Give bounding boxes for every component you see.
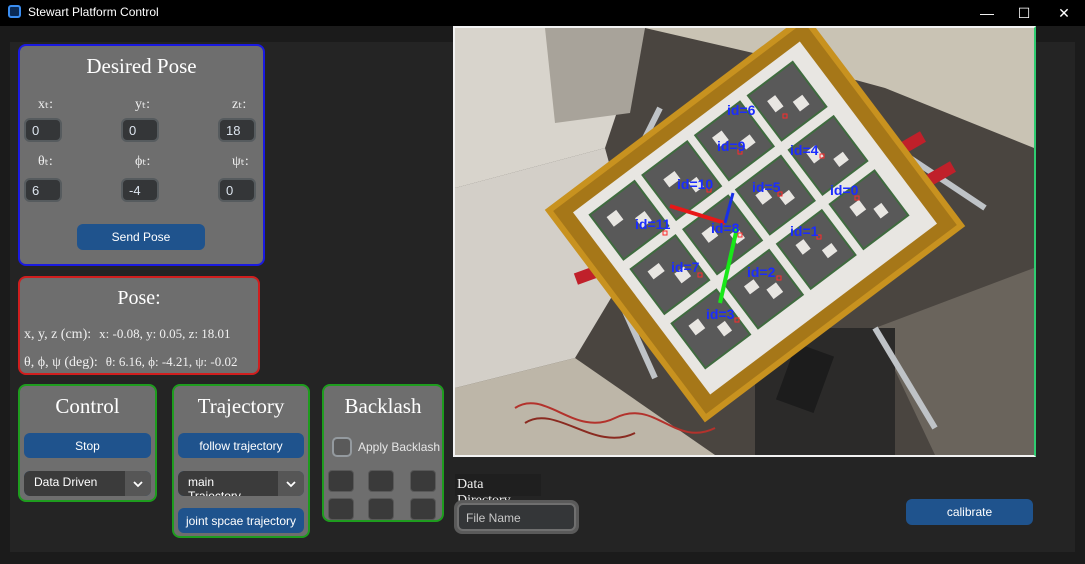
theta-input[interactable]: 6 [24, 178, 62, 202]
marker-label: id=2 [747, 264, 776, 280]
pose-title: Pose: [117, 287, 161, 309]
marker-label: id=9 [717, 138, 746, 154]
apply-backlash-checkbox[interactable] [332, 437, 352, 457]
joint-space-trajectory-button[interactable]: joint spcae trajectory [178, 508, 304, 533]
z-input[interactable]: 18 [218, 118, 256, 142]
status-strip [0, 556, 1085, 564]
phi-input[interactable]: -4 [121, 178, 159, 202]
marker-label: id=3 [706, 306, 735, 322]
close-button[interactable]: ✕ [1041, 0, 1085, 26]
marker-label: id=6 [727, 102, 756, 118]
z-label: zₜ: [232, 97, 247, 112]
backlash-cell-2[interactable] [368, 470, 394, 492]
psi-input[interactable]: 0 [218, 178, 256, 202]
backlash-cell-4[interactable] [328, 498, 354, 520]
file-name-field[interactable]: File Name [457, 503, 576, 531]
theta-label: θₜ: [38, 154, 53, 169]
calibrate-button[interactable]: calibrate [906, 499, 1033, 525]
trajectory-title: Trajectory [197, 394, 285, 418]
desired-pose-title: Desired Pose [86, 54, 197, 78]
position-row: x, y, z (cm): x: -0.08, y: 0.05, z: 18.01 [24, 326, 231, 343]
app-icon [8, 5, 21, 18]
x-input[interactable]: 0 [24, 118, 62, 142]
backlash-cell-3[interactable] [410, 470, 436, 492]
position-value: x: -0.08, y: 0.05, z: 18.01 [99, 326, 231, 341]
camera-image [455, 28, 1034, 455]
chevron-down-icon[interactable] [278, 471, 304, 496]
file-name-input[interactable]: File Name [454, 500, 579, 534]
camera-feed: id=6 id=9 id=4 id=10 id=5 id=0 id=11 id=… [453, 26, 1036, 457]
stop-button[interactable]: Stop [24, 433, 151, 458]
backlash-cell-5[interactable] [368, 498, 394, 520]
backlash-cell-6[interactable] [410, 498, 436, 520]
title-bar: Stewart Platform Control — ☐ ✕ [0, 0, 1085, 26]
marker-label: id=0 [830, 182, 859, 198]
psi-label: ψₜ: [232, 154, 249, 169]
angles-label: θ, ϕ, ψ (deg): [24, 355, 98, 370]
control-title: Control [55, 394, 120, 418]
y-label: yₜ: [135, 97, 151, 112]
x-label: xₜ: [38, 97, 54, 112]
mode-select[interactable]: Data Driven [24, 471, 151, 496]
mode-select-value: Data Driven [24, 471, 125, 496]
trajectory-panel: Trajectory follow trajectory main Trajec… [172, 384, 310, 538]
marker-label: id=4 [790, 142, 819, 158]
pose-panel: Pose: x, y, z (cm): x: -0.08, y: 0.05, z:… [18, 276, 260, 375]
angles-value: θ: 6.16, ϕ: -4.21, ψ: -0.02 [105, 354, 238, 369]
marker-label: id=8 [711, 220, 740, 236]
marker-label: id=5 [752, 179, 781, 195]
marker-label: id=10 [677, 176, 714, 192]
send-pose-button[interactable]: Send Pose [77, 224, 205, 250]
trajectory-select[interactable]: main Trajectory [178, 471, 304, 496]
data-directory-label: Data Directory [455, 474, 541, 508]
angles-row: θ, ϕ, ψ (deg): θ: 6.16, ϕ: -4.21, ψ: -0.0… [24, 354, 237, 371]
window-title: Stewart Platform Control [28, 5, 159, 19]
phi-label: ϕₜ: [135, 154, 151, 169]
marker-label: id=11 [635, 216, 671, 232]
backlash-title: Backlash [344, 394, 422, 418]
y-input[interactable]: 0 [121, 118, 159, 142]
marker-label: id=1 [790, 223, 819, 239]
backlash-cell-1[interactable] [328, 470, 354, 492]
desired-pose-panel: Desired Pose xₜ: yₜ: zₜ: 0 0 18 θₜ: ϕₜ: … [18, 44, 265, 266]
backlash-panel: Backlash Apply Backlash [322, 384, 444, 522]
control-panel: Control Stop Data Driven [18, 384, 157, 502]
chevron-down-icon[interactable] [125, 471, 151, 496]
follow-trajectory-button[interactable]: follow trajectory [178, 433, 304, 458]
apply-backlash-label: Apply Backlash [358, 440, 441, 454]
position-label: x, y, z (cm): [24, 327, 92, 342]
marker-label: id=7 [671, 259, 700, 275]
trajectory-select-value: main Trajectory [178, 471, 278, 496]
